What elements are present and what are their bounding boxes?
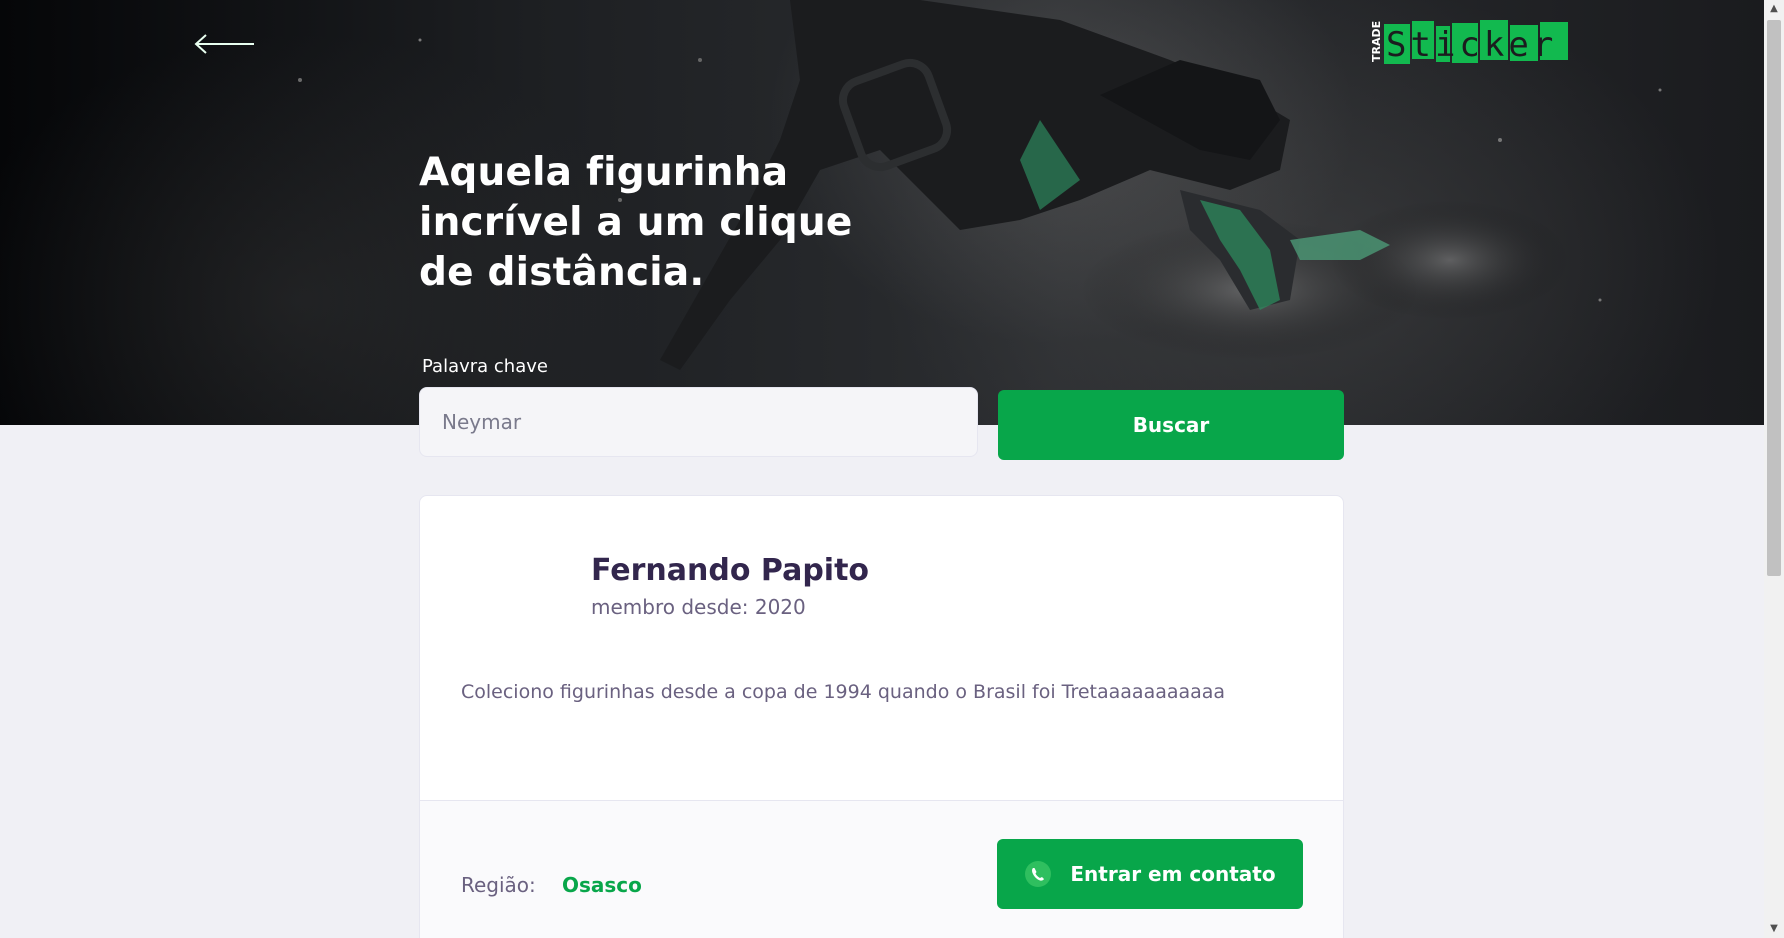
hero-title: Aquela figurinha incrível a um clique de… [419, 150, 853, 295]
profile-footer: Região: Osasco Entrar em contato [420, 800, 1343, 938]
svg-text:TRADE: TRADE [1370, 21, 1383, 62]
scrollbar-thumb[interactable] [1767, 20, 1781, 576]
search-button[interactable]: Buscar [998, 390, 1344, 460]
trade-sticker-logo[interactable]: TRADE Sticker [1366, 18, 1572, 68]
svg-text:Sticker: Sticker [1386, 25, 1557, 65]
contact-button[interactable]: Entrar em contato [997, 839, 1303, 909]
vertical-scrollbar[interactable]: ▲ ▼ [1764, 0, 1784, 938]
whatsapp-icon [1025, 861, 1052, 887]
scroll-down-arrow-icon[interactable]: ▼ [1764, 920, 1784, 938]
scroll-up-arrow-icon[interactable]: ▲ [1764, 0, 1784, 18]
keyword-search-input[interactable] [419, 387, 978, 457]
arrow-left-icon[interactable] [192, 30, 256, 58]
region-value: Osasco [562, 873, 642, 897]
profile-card: Fernando Papito membro desde: 2020 Colec… [419, 495, 1344, 938]
member-since: membro desde: 2020 [591, 595, 806, 619]
contact-button-label: Entrar em contato [1070, 862, 1276, 886]
search-label: Palavra chave [422, 356, 548, 377]
profile-name: Fernando Papito [591, 553, 870, 588]
profile-bio: Coleciono figurinhas desde a copa de 199… [461, 681, 1226, 703]
hero-banner: TRADE Sticker Aquela figurinha incrível … [0, 0, 1764, 425]
region-label: Região: [461, 873, 536, 897]
